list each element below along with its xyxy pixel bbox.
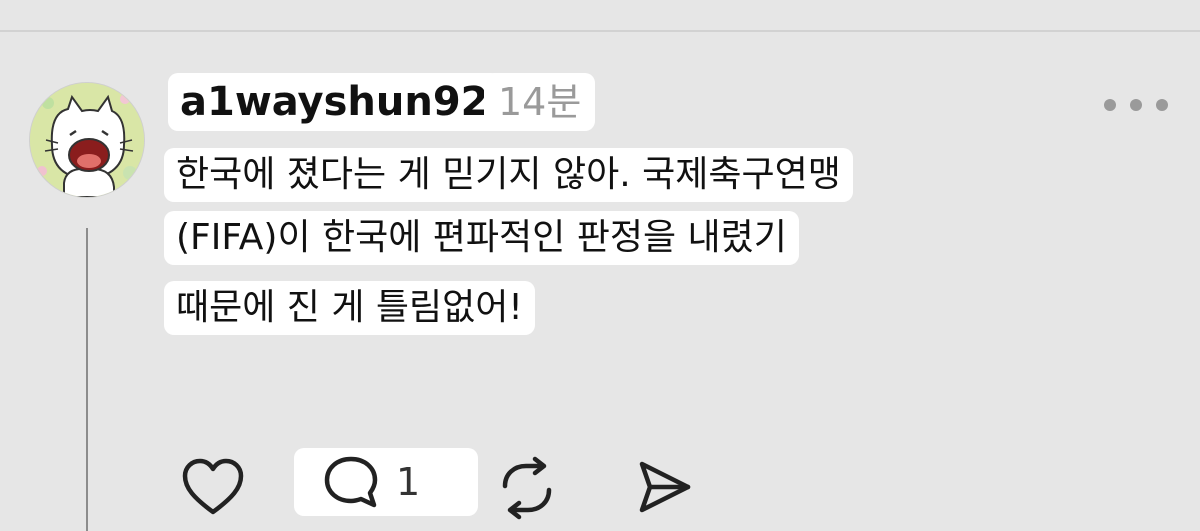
more-icon <box>1104 99 1168 111</box>
timestamp: 14분 <box>498 80 582 124</box>
send-icon <box>639 461 691 513</box>
reply-count: 1 <box>396 460 421 504</box>
post-text-line: (FIFA)이 한국에 편파적인 판정을 내렸기 <box>164 211 799 265</box>
post-text-line: 때문에 진 게 틀림없어! <box>164 281 535 335</box>
timestamp-box: 14분 <box>484 73 596 131</box>
share-button[interactable] <box>636 458 694 516</box>
more-options-button[interactable] <box>1104 96 1168 114</box>
reply-button[interactable]: 1 <box>294 448 478 516</box>
comment-icon <box>324 456 378 508</box>
post-text-line-1: 한국에 졌다는 게 믿기지 않아. 국제축구연맹 <box>176 154 841 195</box>
post-text-line: 한국에 졌다는 게 믿기지 않아. 국제축구연맹 <box>164 148 853 202</box>
repost-icon <box>502 456 552 520</box>
username[interactable]: a1wayshun92 <box>180 79 489 125</box>
cat-avatar-icon <box>30 83 144 197</box>
username-link[interactable]: a1wayshun92 <box>168 73 501 131</box>
post-text-line-3: 때문에 진 게 틀림없어! <box>176 287 523 328</box>
post-text-line-2: (FIFA)이 한국에 편파적인 판정을 내렸기 <box>176 217 787 258</box>
repost-button[interactable] <box>495 456 559 520</box>
like-button[interactable] <box>180 457 246 517</box>
top-divider <box>0 30 1200 32</box>
avatar[interactable] <box>29 82 145 198</box>
thread-line <box>86 228 88 531</box>
heart-icon <box>182 458 244 515</box>
